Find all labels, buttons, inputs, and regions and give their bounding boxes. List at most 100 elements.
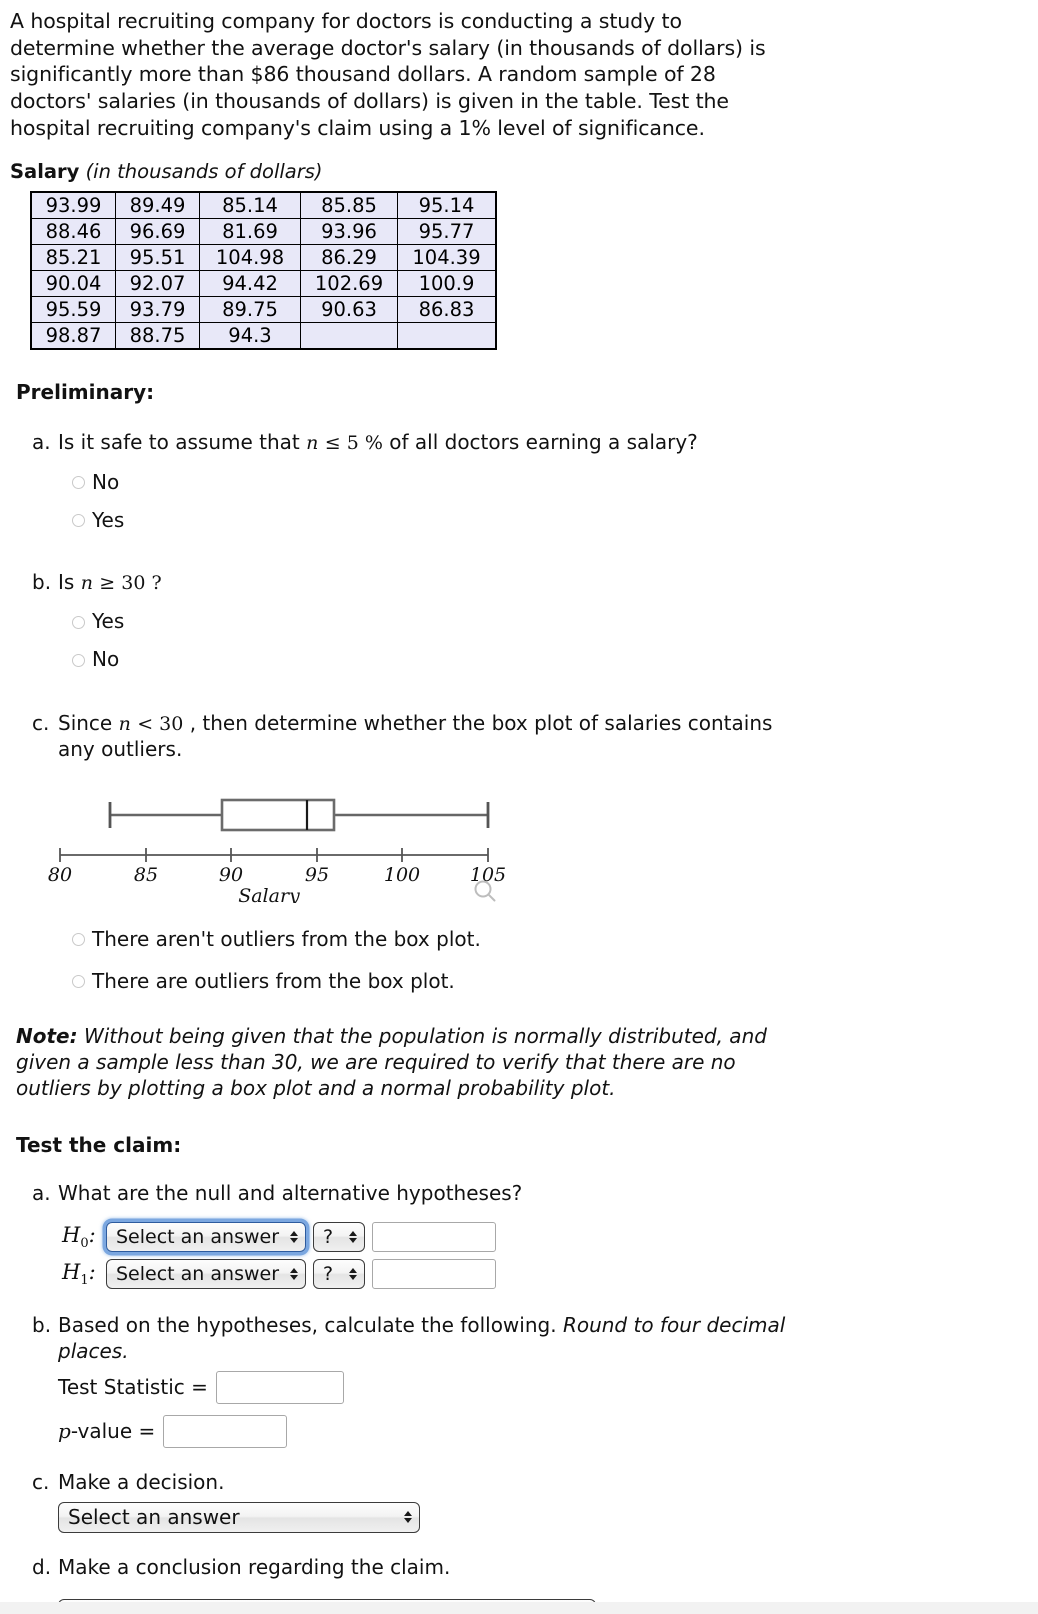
table-cell: 92.07 — [115, 270, 200, 298]
note-block: Note: Without being given that the popul… — [16, 1023, 784, 1101]
table-cell-empty — [300, 322, 398, 350]
h1-parameter-select-value: Select an answer — [116, 1263, 280, 1286]
select-arrows-icon — [403, 1508, 412, 1526]
math-relation: ≤ 5 % — [324, 432, 383, 455]
radio-circle-icon[interactable] — [72, 476, 85, 490]
table-cell: 81.69 — [199, 218, 301, 246]
salary-table-heading: Salary (in thousands of dollars) — [10, 160, 1028, 183]
item-b-plain-text: Based on the hypotheses, calculate the f… — [58, 1313, 557, 1338]
radio-label: Yes — [92, 609, 125, 634]
h0-operator-select[interactable]: ? — [313, 1222, 365, 1253]
boxplot-x-axis-label: Salary — [238, 885, 300, 903]
table-cell: 93.96 — [300, 218, 398, 246]
radio-circle-icon[interactable] — [72, 933, 85, 947]
table-cell: 100.9 — [397, 270, 497, 298]
h1-parameter-select[interactable]: Select an answer — [106, 1259, 306, 1290]
radio-circle-icon[interactable] — [72, 653, 85, 667]
table-cell: 102.69 — [300, 270, 398, 298]
table-row: 88.46 96.69 81.69 93.96 95.77 — [30, 218, 497, 246]
salary-data-table: 93.99 89.49 85.14 85.85 95.14 88.46 96.6… — [30, 191, 497, 351]
item-marker: b. — [32, 1313, 52, 1338]
select-arrows-icon — [348, 1265, 357, 1283]
h1-operator-select-value: ? — [323, 1263, 334, 1286]
boxplot-figure: 80 85 90 95 100 105 Salary — [10, 785, 550, 903]
radio-circle-icon[interactable] — [72, 615, 85, 629]
preliminary-item-c: c. Since n < 30 , then determine whether… — [32, 711, 1028, 762]
question-text-before: Is — [58, 569, 75, 594]
tick-label: 85 — [134, 864, 158, 886]
item-marker: c. — [32, 1470, 50, 1495]
tick-label: 95 — [305, 864, 329, 886]
radio-option-c-no-outliers[interactable]: There aren't outliers from the box plot. — [72, 927, 1028, 951]
h0-label: H0: — [62, 1223, 96, 1252]
table-cell: 93.79 — [115, 296, 200, 324]
radio-option-b-yes[interactable]: Yes — [72, 609, 1028, 633]
table-cell: 88.46 — [30, 218, 116, 246]
radio-circle-icon[interactable] — [72, 975, 85, 989]
radio-option-a-yes[interactable]: Yes — [72, 508, 1028, 532]
question-text-before: Since — [58, 711, 113, 736]
radio-label: There aren't outliers from the box plot. — [92, 926, 481, 951]
table-cell: 90.63 — [300, 296, 398, 324]
table-cell: 93.99 — [30, 191, 116, 220]
table-cell: 96.69 — [115, 218, 200, 246]
item-marker: a. — [32, 430, 51, 455]
salary-table-body: 93.99 89.49 85.14 85.85 95.14 88.46 96.6… — [30, 191, 497, 350]
tick-label: 90 — [219, 864, 243, 886]
table-cell: 85.21 — [30, 244, 116, 272]
item-marker: a. — [32, 1180, 51, 1205]
radio-label: No — [92, 647, 120, 672]
math-relation: ≥ 30 ? — [99, 571, 162, 594]
question-text-after: of all doctors earning a salary? — [389, 430, 698, 455]
hypothesis-row-h0: H0: Select an answer ? — [62, 1222, 1028, 1253]
table-row: 90.04 92.07 94.42 102.69 100.9 — [30, 270, 497, 298]
item-text: What are the null and alternative hypoth… — [58, 1180, 523, 1205]
decision-select-wrap: Select an answer — [58, 1501, 798, 1533]
table-cell: 94.42 — [199, 270, 301, 298]
radio-option-a-no[interactable]: No — [72, 470, 1028, 494]
h0-parameter-select[interactable]: Select an answer — [106, 1222, 306, 1253]
question-text-before: Is it safe to assume that — [58, 430, 300, 455]
preliminary-heading: Preliminary: — [16, 380, 155, 405]
hypothesis-row-h1: H1: Select an answer ? — [62, 1259, 1028, 1290]
h0-value-input[interactable] — [372, 1222, 496, 1253]
preliminary-item-a: a. Is it safe to assume that n ≤ 5 % of … — [32, 430, 1028, 456]
table-cell: 95.77 — [397, 218, 497, 246]
decision-question-text: Make a decision. — [58, 1470, 225, 1495]
table-cell: 85.14 — [199, 191, 301, 220]
table-row: 98.87 88.75 94.3 — [30, 322, 497, 350]
item-text: Make a decision. Select an answer — [58, 1470, 798, 1533]
h0-operator-select-value: ? — [323, 1226, 334, 1249]
h1-operator-select[interactable]: ? — [313, 1259, 365, 1290]
table-cell-empty — [397, 322, 497, 350]
select-arrows-icon — [289, 1265, 298, 1283]
radio-label: Yes — [92, 507, 125, 532]
table-cell: 88.75 — [115, 322, 200, 350]
decision-select[interactable]: Select an answer — [58, 1501, 420, 1533]
preliminary-item-b: b. Is n ≥ 30 ? — [32, 570, 1028, 596]
note-label: Note: — [16, 1023, 78, 1048]
radio-option-c-has-outliers[interactable]: There are outliers from the box plot. — [72, 969, 1028, 993]
h1-label: H1: — [62, 1260, 96, 1289]
test-claim-item-c: c. Make a decision. Select an answer — [32, 1470, 1028, 1533]
boxplot-iqr-box — [220, 798, 336, 831]
table-cell: 95.14 — [397, 191, 497, 220]
test-statistic-label: Test Statistic = — [58, 1375, 208, 1400]
math-symbol-n: n — [118, 713, 131, 736]
h1-value-input[interactable] — [372, 1259, 496, 1290]
table-cell: 95.59 — [30, 296, 116, 324]
table-cell: 86.83 — [397, 296, 497, 324]
page-bottom-strip — [0, 1602, 1038, 1614]
table-cell: 85.85 — [300, 191, 398, 220]
note-text: Without being given that the population … — [16, 1023, 767, 1100]
boxplot-svg: 80 85 90 95 100 105 Salary — [48, 798, 506, 903]
radio-option-b-no[interactable]: No — [72, 647, 1028, 671]
table-row: 93.99 89.49 85.14 85.85 95.14 — [30, 191, 497, 220]
radio-circle-icon[interactable] — [72, 514, 85, 528]
p-value-input[interactable] — [163, 1415, 288, 1449]
worksheet-page: A hospital recruiting company for doctor… — [0, 0, 1038, 1614]
test-statistic-input[interactable] — [215, 1371, 344, 1405]
problem-statement: A hospital recruiting company for doctor… — [10, 9, 766, 140]
radio-label: There are outliers from the box plot. — [92, 968, 455, 993]
table-cell: 95.51 — [115, 244, 200, 272]
